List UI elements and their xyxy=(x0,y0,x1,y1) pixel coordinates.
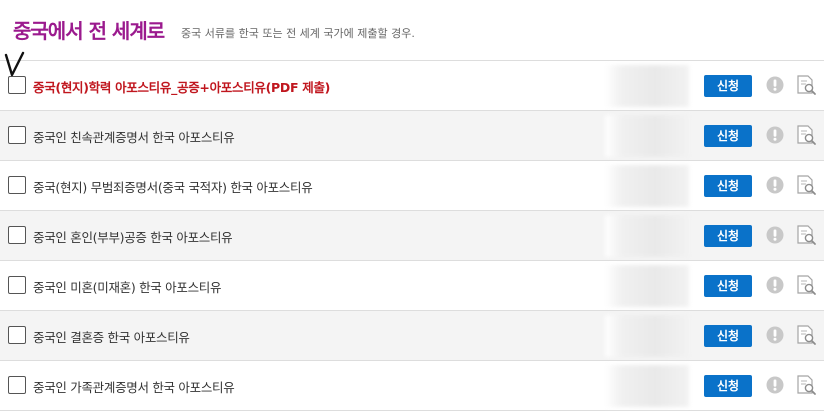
service-row: 중국(현지) 무범죄증명서(중국 국적자) 한국 아포스티유 신청 xyxy=(0,160,824,210)
blurred-price xyxy=(605,215,689,257)
blurred-price xyxy=(605,315,689,357)
service-label: 중국인 결혼증 한국 아포스티유 xyxy=(33,330,190,345)
page-subtitle: 중국 서류를 한국 또는 전 세계 국가에 제출할 경우. xyxy=(181,27,415,40)
row-checkbox[interactable] xyxy=(8,226,26,244)
document-magnifier-icon[interactable] xyxy=(795,374,817,396)
service-row: 중국인 친속관계증명서 한국 아포스티유 신청 xyxy=(0,110,824,160)
service-row: 중국(현지)학력 아포스티유_공증+아포스티유(PDF 제출) 신청 xyxy=(0,51,824,110)
blurred-price xyxy=(605,265,689,307)
page-title: 중국에서 전 세계로 xyxy=(13,19,165,43)
document-magnifier-icon[interactable] xyxy=(795,224,817,246)
service-label: 중국인 미혼(미재혼) 한국 아포스티유 xyxy=(33,280,222,295)
apply-button[interactable]: 신청 xyxy=(704,175,752,197)
apply-button[interactable]: 신청 xyxy=(704,75,752,97)
exclamation-circle-icon[interactable] xyxy=(766,76,784,94)
document-magnifier-icon[interactable] xyxy=(795,74,817,96)
exclamation-circle-icon[interactable] xyxy=(766,226,784,244)
exclamation-circle-icon[interactable] xyxy=(766,376,784,394)
apply-button[interactable]: 신청 xyxy=(704,225,752,247)
page-header: 중국에서 전 세계로 중국 서류를 한국 또는 전 세계 국가에 제출할 경우. xyxy=(0,0,824,60)
row-checkbox[interactable] xyxy=(8,76,26,94)
row-checkbox[interactable] xyxy=(8,376,26,394)
exclamation-circle-icon[interactable] xyxy=(766,276,784,294)
row-checkbox[interactable] xyxy=(8,276,26,294)
service-row: 중국인 가족관계증명서 한국 아포스티유 신청 xyxy=(0,360,824,411)
apply-button[interactable]: 신청 xyxy=(704,375,752,397)
service-label: 중국인 친속관계증명서 한국 아포스티유 xyxy=(33,130,235,145)
row-checkbox[interactable] xyxy=(8,176,26,194)
document-magnifier-icon[interactable] xyxy=(795,274,817,296)
apply-button[interactable]: 신청 xyxy=(704,325,752,347)
apply-button[interactable]: 신청 xyxy=(704,125,752,147)
exclamation-circle-icon[interactable] xyxy=(766,126,784,144)
service-row: 중국인 혼인(부부)공증 한국 아포스티유 신청 xyxy=(0,210,824,260)
service-row: 중국인 결혼증 한국 아포스티유 신청 xyxy=(0,310,824,360)
apply-button[interactable]: 신청 xyxy=(704,275,752,297)
blurred-price xyxy=(605,65,689,107)
service-list: 중국(현지)학력 아포스티유_공증+아포스티유(PDF 제출) 신청 중국인 친… xyxy=(0,51,824,411)
service-label: 중국(현지) 무범죄증명서(중국 국적자) 한국 아포스티유 xyxy=(33,180,313,195)
service-label: 중국인 가족관계증명서 한국 아포스티유 xyxy=(33,380,235,395)
service-label: 중국(현지)학력 아포스티유_공증+아포스티유(PDF 제출) xyxy=(33,80,331,95)
blurred-price xyxy=(605,165,689,207)
service-row: 중국인 미혼(미재혼) 한국 아포스티유 신청 xyxy=(0,260,824,310)
document-magnifier-icon[interactable] xyxy=(795,174,817,196)
row-checkbox[interactable] xyxy=(8,126,26,144)
blurred-price xyxy=(605,365,689,407)
blurred-price xyxy=(605,115,689,157)
row-checkbox[interactable] xyxy=(8,326,26,344)
exclamation-circle-icon[interactable] xyxy=(766,326,784,344)
service-label: 중국인 혼인(부부)공증 한국 아포스티유 xyxy=(33,230,233,245)
document-magnifier-icon[interactable] xyxy=(795,124,817,146)
document-magnifier-icon[interactable] xyxy=(795,324,817,346)
exclamation-circle-icon[interactable] xyxy=(766,176,784,194)
